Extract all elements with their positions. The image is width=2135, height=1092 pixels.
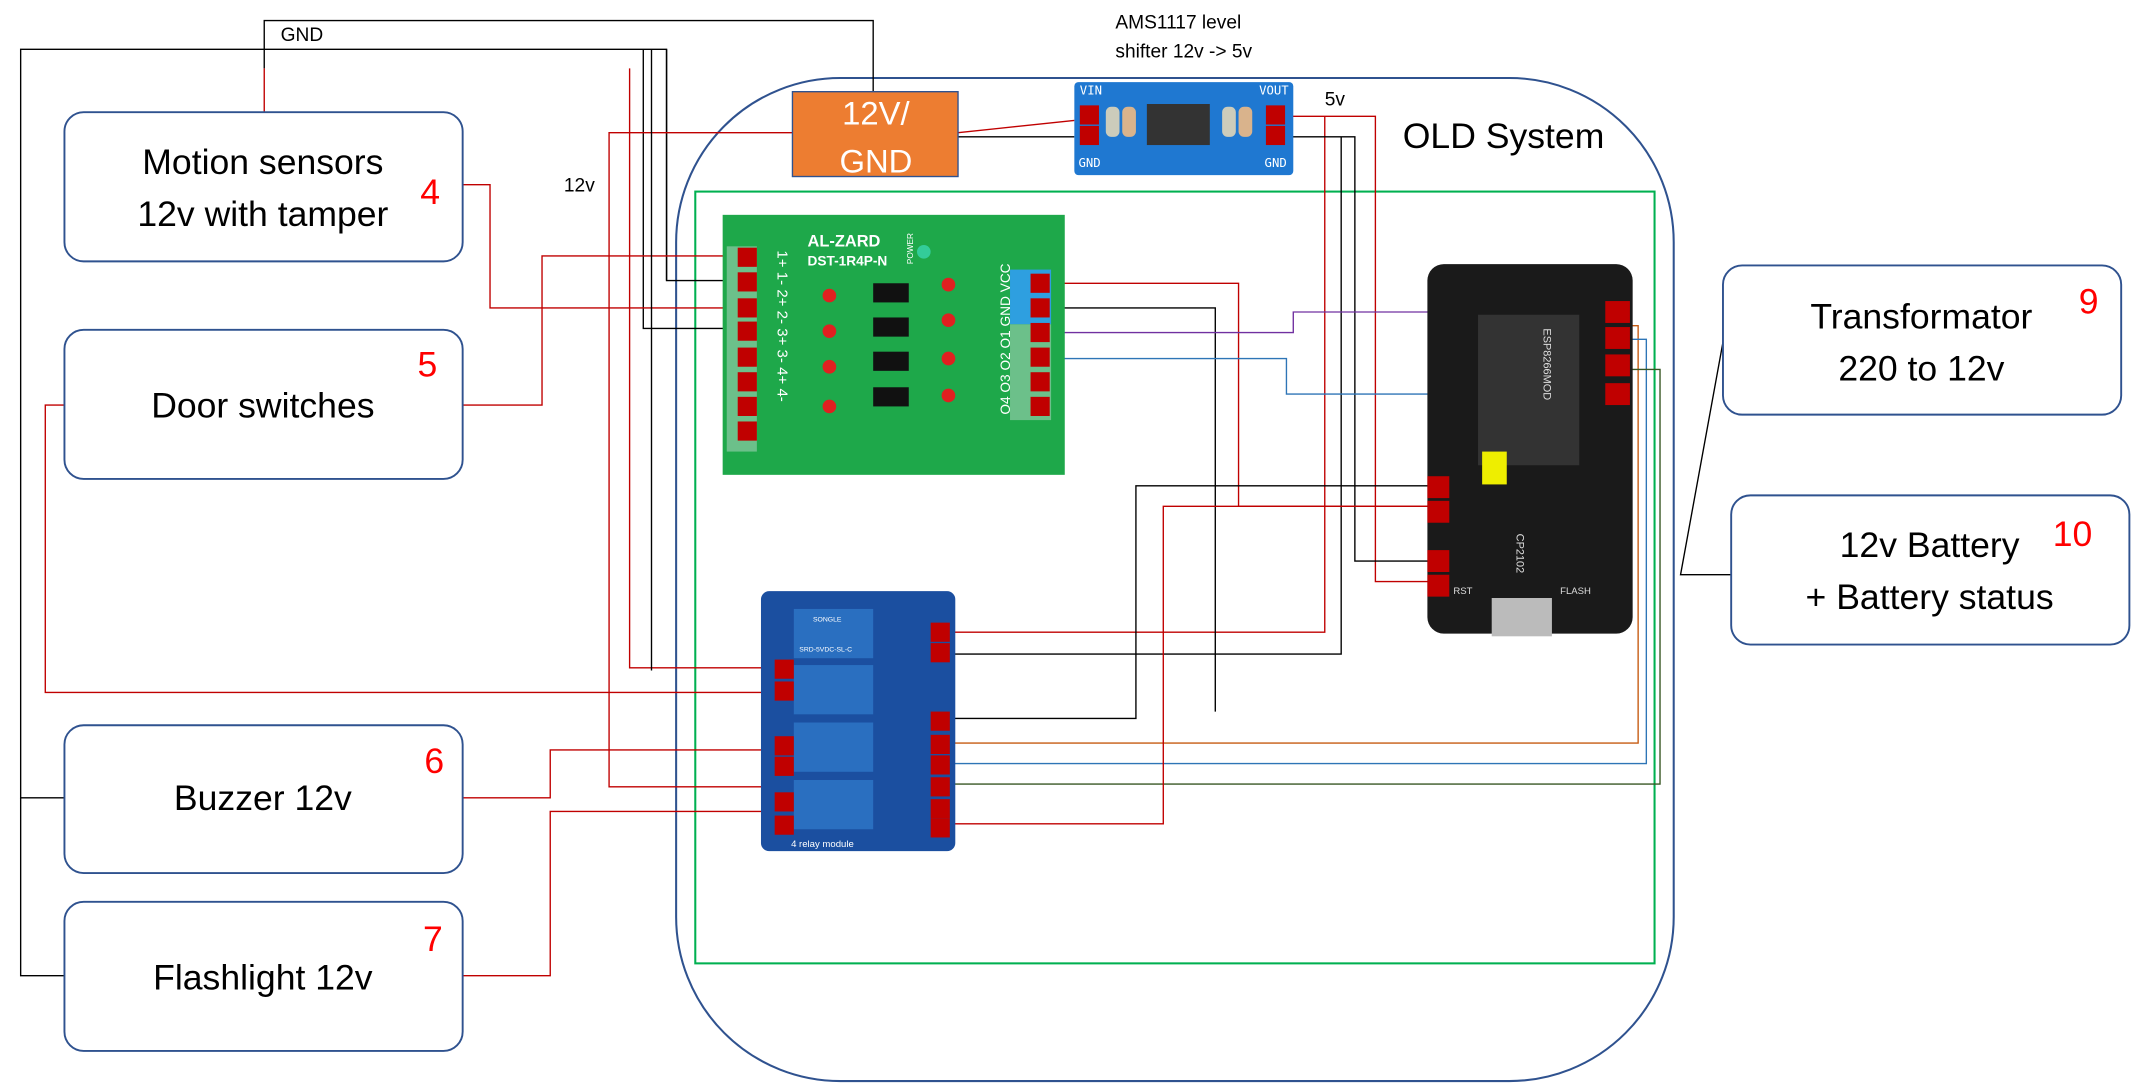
usb-chip-label: CP2102 [1513, 534, 1525, 574]
device-transformator: Transformator 220 to 12v 9 [1722, 264, 2123, 416]
device-number: 4 [420, 172, 440, 212]
relay-brand: SONGLE [813, 616, 842, 623]
wiring-diagram: Motion sensors 12v with tamper 4 Door sw… [19, 13, 2131, 1083]
opto-inputs: 1+ 1- 2+ 2- 3+ 3- 4+ 4- [773, 250, 790, 401]
device-door-switches: Door switches 5 [63, 328, 464, 480]
device-label: Buzzer 12v [174, 778, 352, 818]
device-flashlight: Flashlight 12v 7 [63, 900, 464, 1052]
gnd-pin-label: GND [1265, 156, 1287, 170]
12v-label: 12v [564, 176, 595, 197]
device-label: 220 to 12v [1838, 348, 2004, 388]
device-label: Door switches [151, 385, 374, 425]
ams1117-board: VIN VOUT GND GND [1074, 82, 1294, 176]
5v-label: 5v [1325, 89, 1346, 110]
opto-power-label: POWER [906, 233, 915, 264]
vout-label: VOUT [1259, 83, 1289, 97]
device-number: 5 [418, 344, 438, 384]
relay-module-4ch: SRD-5VDC-SL-C SONGLE 4 relay module [760, 591, 956, 852]
opto-model: DST-1R4P-N [808, 253, 888, 268]
opto-brand: AL-ZARD [808, 232, 881, 250]
device-number: 6 [424, 741, 444, 781]
flash-button-label: FLASH [1560, 586, 1591, 597]
device-buzzer: Buzzer 12v 6 [63, 724, 464, 875]
ams-label: shifter 12v -> 5v [1115, 41, 1252, 62]
gnd-pin-label: GND [1078, 156, 1100, 170]
opto-outputs: O4 O3 O2 O1 GND VCC [998, 263, 1013, 414]
relay-label: SRD-5VDC-SL-C [799, 646, 852, 653]
device-battery: 12v Battery + Battery status 10 [1730, 494, 2131, 646]
device-label: Motion sensors [142, 142, 383, 182]
device-label: + Battery status [1806, 577, 2054, 617]
device-label: 12v with tamper [137, 194, 388, 234]
device-label: Transformator [1810, 296, 2032, 336]
ams-label: AMS1117 level [1115, 13, 1241, 34]
psu-12v-gnd: 12V/ GND [791, 91, 959, 179]
esp8266-nodemcu-board: ESP8266MOD CP2102 RST FLASH [1427, 264, 1633, 637]
device-label: Flashlight 12v [153, 957, 373, 997]
psu-label: GND [839, 142, 912, 179]
old-system-label: OLD System [1403, 116, 1605, 156]
esp-chip-label: ESP8266MOD [1541, 328, 1553, 400]
device-number: 9 [2079, 281, 2099, 321]
power-led [916, 244, 931, 259]
rst-button-label: RST [1453, 586, 1472, 597]
relay-footer: 4 relay module [791, 839, 854, 850]
device-label: 12v Battery [1840, 525, 2020, 565]
psu-label: 12V/ [842, 95, 910, 132]
device-number: 7 [423, 919, 443, 959]
device-motion-sensors: Motion sensors 12v with tamper 4 [63, 111, 464, 263]
optocoupler-board: AL-ZARD DST-1R4P-N POWER 1+ 1- 2+ 2- 3+ … [722, 214, 1065, 475]
vin-label: VIN [1080, 83, 1102, 97]
device-number: 10 [2053, 514, 2093, 554]
gnd-label: GND [281, 25, 324, 46]
